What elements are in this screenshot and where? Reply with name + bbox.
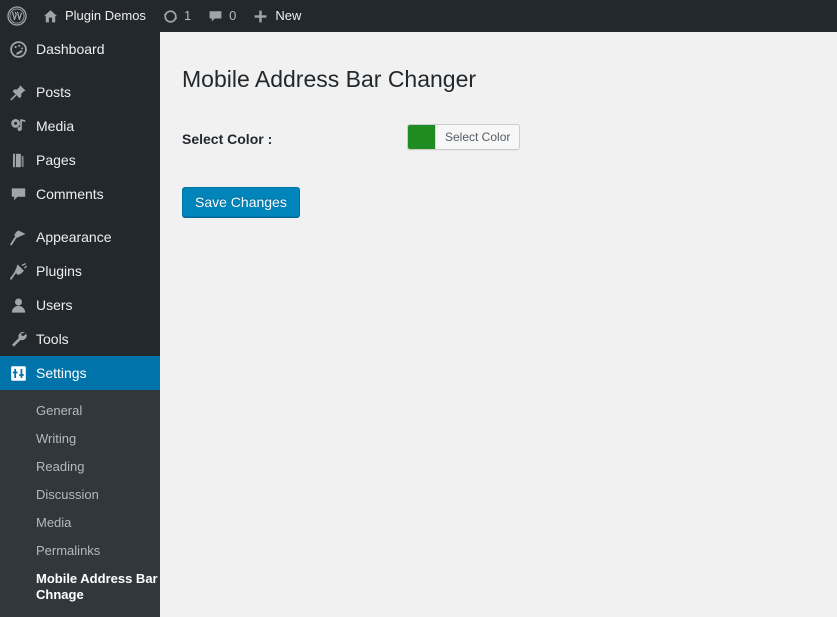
submenu-item-reading[interactable]: Reading [0, 453, 160, 481]
menu-separator [0, 66, 160, 75]
sidebar-item-dashboard[interactable]: Dashboard [0, 32, 160, 66]
page-title: Mobile Address Bar Changer [182, 66, 477, 92]
settings-form-table: Select Color : Select Color [182, 116, 817, 168]
submenu-item-media[interactable]: Media [0, 509, 160, 537]
sidebar-label: Comments [36, 186, 104, 202]
sidebar-label: Tools [36, 331, 69, 347]
sidebar-item-users[interactable]: Users [0, 288, 160, 322]
sidebar-label: Pages [36, 152, 76, 168]
color-picker-text[interactable]: Select Color [436, 125, 520, 149]
new-content-button[interactable]: New [244, 0, 309, 32]
menu-separator [0, 211, 160, 220]
sidebar-label: Media [36, 118, 75, 134]
site-name-button[interactable]: Plugin Demos [34, 0, 154, 32]
appearance-brush-icon [0, 228, 36, 247]
users-icon [0, 296, 36, 315]
media-icon [0, 117, 36, 136]
save-changes-button[interactable]: Save Changes [182, 187, 300, 218]
pin-icon [0, 83, 36, 102]
sidebar-label: Posts [36, 84, 72, 100]
site-name-label: Plugin Demos [65, 8, 146, 23]
settings-submenu-wrapper: General Writing Reading Discussion Media… [0, 390, 160, 617]
tools-wrench-icon [0, 330, 36, 349]
color-swatch[interactable] [408, 125, 436, 149]
sidebar-item-settings[interactable]: Settings [0, 356, 168, 390]
pages-icon [0, 151, 36, 170]
select-color-label: Select Color : [182, 131, 273, 147]
sidebar-item-comments[interactable]: Comments [0, 177, 160, 211]
submenu-item-general[interactable]: General [0, 397, 160, 425]
updates-button[interactable]: 1 [154, 0, 199, 32]
settings-sliders-icon [0, 364, 36, 383]
admin-bar: Plugin Demos 1 0 New [0, 0, 837, 32]
content-body: Mobile Address Bar Changer Select Color … [160, 32, 837, 218]
plus-icon [252, 8, 269, 25]
color-picker-button[interactable]: Select Color [407, 124, 521, 150]
sidebar-item-media[interactable]: Media [0, 109, 160, 143]
sidebar-item-tools[interactable]: Tools [0, 322, 160, 356]
submenu-item-discussion[interactable]: Discussion [0, 481, 160, 509]
dashboard-icon [0, 40, 36, 59]
current-menu-arrow-icon [160, 365, 168, 381]
settings-submenu: General Writing Reading Discussion Media… [0, 390, 160, 617]
comment-icon [0, 185, 36, 204]
wordpress-logo-button[interactable] [0, 0, 34, 32]
comments-button[interactable]: 0 [199, 0, 244, 32]
sidebar-item-plugins[interactable]: Plugins [0, 254, 160, 288]
admin-sidebar: Dashboard Posts Media Pages Comments App… [0, 32, 168, 617]
settings-form: Select Color : Select Color Save Changes [182, 116, 817, 218]
submit-row: Save Changes [182, 187, 817, 218]
sidebar-label: Users [36, 297, 73, 313]
submenu-item-mobile-address-bar-chnage[interactable]: Mobile Address Bar Chnage [0, 565, 160, 609]
wordpress-logo-icon [7, 6, 27, 26]
plugins-plug-icon [0, 262, 36, 281]
sidebar-item-posts[interactable]: Posts [0, 75, 160, 109]
select-color-control-cell: Select Color [397, 116, 817, 168]
comment-bubble-icon [207, 8, 224, 25]
content-area: Mobile Address Bar Changer Select Color … [160, 32, 837, 611]
updates-icon [162, 8, 179, 25]
comments-count: 0 [229, 8, 237, 23]
sidebar-label: Settings [36, 365, 87, 381]
sidebar-label: Plugins [36, 263, 82, 279]
sidebar-label: Dashboard [36, 41, 105, 57]
admin-menu: Dashboard Posts Media Pages Comments App… [0, 32, 168, 617]
new-content-label: New [275, 8, 302, 23]
form-row-select-color: Select Color : Select Color [182, 116, 817, 168]
sidebar-label: Appearance [36, 229, 112, 245]
updates-count: 1 [183, 8, 192, 23]
sidebar-item-pages[interactable]: Pages [0, 143, 160, 177]
submenu-item-writing[interactable]: Writing [0, 425, 160, 453]
submenu-item-permalinks[interactable]: Permalinks [0, 537, 160, 565]
home-icon [42, 8, 59, 25]
sidebar-item-appearance[interactable]: Appearance [0, 220, 160, 254]
